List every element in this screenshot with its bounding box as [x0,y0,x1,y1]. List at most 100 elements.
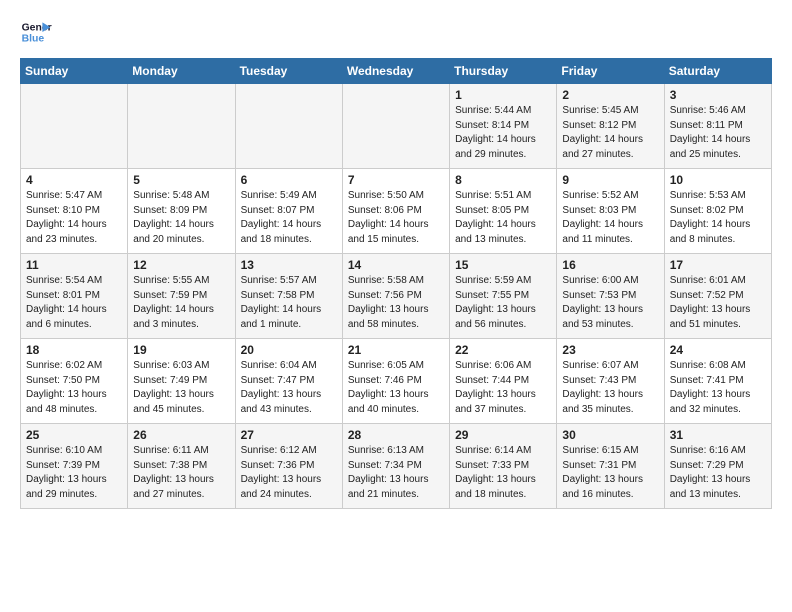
calendar-cell [128,84,235,169]
logo: General Blue [20,16,52,48]
day-info: Sunrise: 5:57 AMSunset: 7:58 PMDaylight:… [241,274,337,332]
day-number: 8 [455,173,551,187]
calendar-cell: 25Sunrise: 6:10 AMSunset: 7:39 PMDayligh… [21,424,128,509]
day-number: 20 [241,343,337,357]
header-monday: Monday [128,59,235,84]
day-info: Sunrise: 5:53 AMSunset: 8:02 PMDaylight:… [670,189,766,247]
header-friday: Friday [557,59,664,84]
day-info: Sunrise: 6:04 AMSunset: 7:47 PMDaylight:… [241,359,337,417]
day-number: 4 [26,173,122,187]
day-number: 15 [455,258,551,272]
calendar-cell: 8 Sunrise: 5:51 AMSunset: 8:05 PMDaylight… [450,169,557,254]
day-number: 12 [133,258,229,272]
calendar-cell: 1 Sunrise: 5:44 AMSunset: 8:14 PMDaylight… [450,84,557,169]
day-info: Sunrise: 5:44 AMSunset: 8:14 PMDaylight:… [455,104,551,162]
calendar-cell [235,84,342,169]
day-info: Sunrise: 6:10 AMSunset: 7:39 PMDaylight:… [26,444,122,502]
day-number: 21 [348,343,444,357]
day-info: Sunrise: 6:02 AMSunset: 7:50 PMDaylight:… [26,359,122,417]
day-number: 28 [348,428,444,442]
day-info: Sunrise: 5:45 AMSunset: 8:12 PMDaylight:… [562,104,658,162]
calendar-cell [21,84,128,169]
day-number: 9 [562,173,658,187]
page-header: General Blue [20,16,772,48]
day-number: 7 [348,173,444,187]
day-number: 14 [348,258,444,272]
day-info: Sunrise: 6:13 AMSunset: 7:34 PMDaylight:… [348,444,444,502]
calendar-cell: 29 Sunrise: 6:14 AMSunset: 7:33 PMDayligh… [450,424,557,509]
day-info: Sunrise: 6:01 AMSunset: 7:52 PMDaylight:… [670,274,766,332]
day-number: 26 [133,428,229,442]
calendar-cell: 24 Sunrise: 6:08 AMSunset: 7:41 PMDayligh… [664,339,771,424]
day-number: 13 [241,258,337,272]
calendar-cell: 26Sunrise: 6:11 AMSunset: 7:38 PMDayligh… [128,424,235,509]
day-info: Sunrise: 6:03 AMSunset: 7:49 PMDaylight:… [133,359,229,417]
day-info: Sunrise: 5:55 AMSunset: 7:59 PMDaylight:… [133,274,229,332]
calendar-cell: 7Sunrise: 5:50 AMSunset: 8:06 PMDaylight… [342,169,449,254]
day-info: Sunrise: 5:51 AMSunset: 8:05 PMDaylight:… [455,189,551,247]
calendar-cell: 5 Sunrise: 5:48 AMSunset: 8:09 PMDaylight… [128,169,235,254]
calendar-cell: 27 Sunrise: 6:12 AMSunset: 7:36 PMDayligh… [235,424,342,509]
week-row-3: 11 Sunrise: 5:54 AMSunset: 8:01 PMDayligh… [21,254,772,339]
day-info: Sunrise: 5:52 AMSunset: 8:03 PMDaylight:… [562,189,658,247]
day-info: Sunrise: 6:05 AMSunset: 7:46 PMDaylight:… [348,359,444,417]
week-row-1: 1 Sunrise: 5:44 AMSunset: 8:14 PMDaylight… [21,84,772,169]
day-number: 24 [670,343,766,357]
calendar-cell: 28 Sunrise: 6:13 AMSunset: 7:34 PMDayligh… [342,424,449,509]
calendar-cell: 31Sunrise: 6:16 AMSunset: 7:29 PMDayligh… [664,424,771,509]
week-row-2: 4 Sunrise: 5:47 AMSunset: 8:10 PMDaylight… [21,169,772,254]
day-number: 6 [241,173,337,187]
day-info: Sunrise: 6:07 AMSunset: 7:43 PMDaylight:… [562,359,658,417]
logo-icon: General Blue [20,16,52,48]
day-number: 29 [455,428,551,442]
header-wednesday: Wednesday [342,59,449,84]
day-number: 17 [670,258,766,272]
calendar-cell: 14 Sunrise: 5:58 AMSunset: 7:56 PMDayligh… [342,254,449,339]
calendar-cell: 13 Sunrise: 5:57 AMSunset: 7:58 PMDayligh… [235,254,342,339]
header-thursday: Thursday [450,59,557,84]
calendar-cell: 3Sunrise: 5:46 AMSunset: 8:11 PMDaylight… [664,84,771,169]
day-number: 23 [562,343,658,357]
day-number: 16 [562,258,658,272]
day-info: Sunrise: 6:00 AMSunset: 7:53 PMDaylight:… [562,274,658,332]
day-number: 19 [133,343,229,357]
calendar-cell: 11 Sunrise: 5:54 AMSunset: 8:01 PMDayligh… [21,254,128,339]
day-number: 31 [670,428,766,442]
calendar-cell [342,84,449,169]
calendar-cell: 18 Sunrise: 6:02 AMSunset: 7:50 PMDayligh… [21,339,128,424]
week-row-4: 18 Sunrise: 6:02 AMSunset: 7:50 PMDayligh… [21,339,772,424]
day-info: Sunrise: 5:54 AMSunset: 8:01 PMDaylight:… [26,274,122,332]
day-info: Sunrise: 5:58 AMSunset: 7:56 PMDaylight:… [348,274,444,332]
day-info: Sunrise: 5:47 AMSunset: 8:10 PMDaylight:… [26,189,122,247]
day-number: 10 [670,173,766,187]
day-number: 2 [562,88,658,102]
day-number: 3 [670,88,766,102]
day-info: Sunrise: 6:08 AMSunset: 7:41 PMDaylight:… [670,359,766,417]
header-tuesday: Tuesday [235,59,342,84]
day-number: 30 [562,428,658,442]
day-number: 5 [133,173,229,187]
calendar-cell: 4 Sunrise: 5:47 AMSunset: 8:10 PMDaylight… [21,169,128,254]
calendar-cell: 10 Sunrise: 5:53 AMSunset: 8:02 PMDayligh… [664,169,771,254]
calendar-cell: 30Sunrise: 6:15 AMSunset: 7:31 PMDayligh… [557,424,664,509]
day-info: Sunrise: 6:12 AMSunset: 7:36 PMDaylight:… [241,444,337,502]
day-info: Sunrise: 5:49 AMSunset: 8:07 PMDaylight:… [241,189,337,247]
day-number: 1 [455,88,551,102]
day-info: Sunrise: 5:48 AMSunset: 8:09 PMDaylight:… [133,189,229,247]
day-number: 18 [26,343,122,357]
week-row-5: 25Sunrise: 6:10 AMSunset: 7:39 PMDayligh… [21,424,772,509]
header-sunday: Sunday [21,59,128,84]
calendar-table: SundayMondayTuesdayWednesdayThursdayFrid… [20,58,772,509]
calendar-cell: 6 Sunrise: 5:49 AMSunset: 8:07 PMDaylight… [235,169,342,254]
day-number: 11 [26,258,122,272]
calendar-cell: 16 Sunrise: 6:00 AMSunset: 7:53 PMDayligh… [557,254,664,339]
calendar-cell: 22Sunrise: 6:06 AMSunset: 7:44 PMDayligh… [450,339,557,424]
calendar-cell: 21 Sunrise: 6:05 AMSunset: 7:46 PMDayligh… [342,339,449,424]
calendar-cell: 15Sunrise: 5:59 AMSunset: 7:55 PMDayligh… [450,254,557,339]
calendar-cell: 23 Sunrise: 6:07 AMSunset: 7:43 PMDayligh… [557,339,664,424]
day-number: 27 [241,428,337,442]
day-number: 22 [455,343,551,357]
calendar-cell: 2 Sunrise: 5:45 AMSunset: 8:12 PMDaylight… [557,84,664,169]
day-info: Sunrise: 6:14 AMSunset: 7:33 PMDaylight:… [455,444,551,502]
header-saturday: Saturday [664,59,771,84]
